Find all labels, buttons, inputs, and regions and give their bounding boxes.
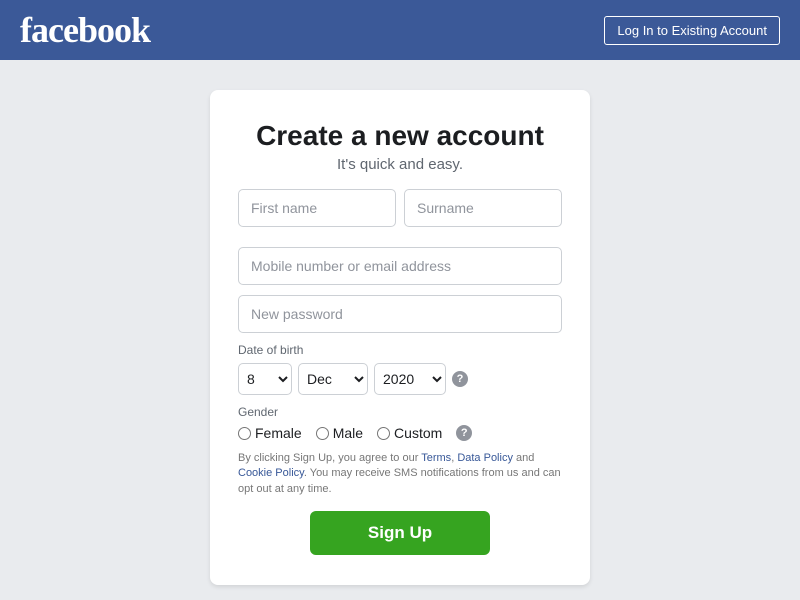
- gender-custom-option[interactable]: Custom: [377, 425, 442, 441]
- gender-options: Female Male Custom ?: [238, 425, 562, 441]
- gender-male-radio[interactable]: [316, 427, 329, 440]
- gender-male-option[interactable]: Male: [316, 425, 363, 441]
- gender-female-option[interactable]: Female: [238, 425, 302, 441]
- main-content: Create a new account It's quick and easy…: [0, 60, 800, 585]
- gender-help-icon[interactable]: ?: [456, 425, 472, 441]
- gender-custom-label: Custom: [394, 425, 442, 441]
- dob-day-select[interactable]: 8 1234 5679 10111213 14151617 18192021 2…: [238, 363, 292, 395]
- terms-text: By clicking Sign Up, you agree to our Te…: [238, 451, 562, 497]
- dob-help-icon[interactable]: ?: [452, 371, 468, 387]
- signup-button[interactable]: Sign Up: [310, 511, 490, 555]
- page-heading: Create a new account: [238, 120, 562, 152]
- page-subheading: It's quick and easy.: [238, 156, 562, 173]
- dob-label: Date of birth: [238, 343, 562, 357]
- gender-section: Gender Female Male Custom ?: [238, 405, 562, 441]
- dob-month-select[interactable]: JanFebMarApr MayJunJulAug SepOctNov Dec: [298, 363, 368, 395]
- password-input[interactable]: [238, 295, 562, 333]
- name-row: [238, 189, 562, 237]
- terms-link[interactable]: Terms: [421, 452, 451, 464]
- dob-year-select[interactable]: 2020 2019201820172016 2015201020052000 1…: [374, 363, 446, 395]
- dob-section: Date of birth 8 1234 5679 10111213 14151…: [238, 343, 562, 395]
- data-policy-link[interactable]: Data Policy: [457, 452, 513, 464]
- first-name-input[interactable]: [238, 189, 396, 227]
- dob-row: 8 1234 5679 10111213 14151617 18192021 2…: [238, 363, 562, 395]
- facebook-logo: facebook: [20, 9, 150, 51]
- gender-custom-radio[interactable]: [377, 427, 390, 440]
- login-button[interactable]: Log In to Existing Account: [604, 16, 780, 45]
- gender-label: Gender: [238, 405, 562, 419]
- page-title-area: Create a new account It's quick and easy…: [238, 120, 562, 173]
- email-input[interactable]: [238, 247, 562, 285]
- cookie-policy-link[interactable]: Cookie Policy: [238, 467, 304, 479]
- gender-male-label: Male: [333, 425, 363, 441]
- header: facebook Log In to Existing Account: [0, 0, 800, 60]
- gender-female-radio[interactable]: [238, 427, 251, 440]
- gender-female-label: Female: [255, 425, 302, 441]
- signup-form-container: Create a new account It's quick and easy…: [210, 90, 590, 585]
- surname-input[interactable]: [404, 189, 562, 227]
